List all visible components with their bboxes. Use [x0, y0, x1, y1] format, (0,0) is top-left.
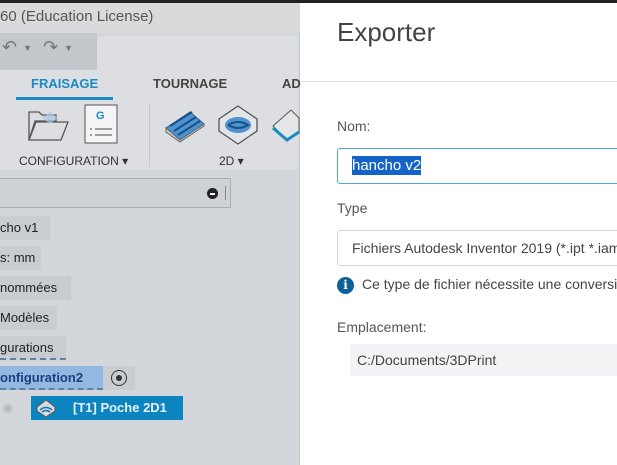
- location-label: Emplacement:: [337, 319, 427, 335]
- export-dialog: Exporter Nom: hancho v2 Type Fichiers Au…: [301, 3, 617, 465]
- tab-additive[interactable]: AD: [282, 76, 301, 91]
- tree-node-setups[interactable]: gurations: [0, 336, 66, 360]
- face-icon[interactable]: [271, 106, 300, 146]
- group-2d[interactable]: 2D ▾: [219, 154, 244, 168]
- setup-sheet-icon[interactable]: G: [84, 104, 120, 146]
- redo-icon[interactable]: ↷: [43, 37, 58, 57]
- pocket-operation-icon: [36, 399, 56, 417]
- tree-node-models[interactable]: Modèles: [0, 306, 57, 330]
- window-title: 60 (Education License): [0, 3, 300, 33]
- resize-handle[interactable]: [225, 186, 227, 200]
- dialog-title: Exporter: [337, 17, 436, 47]
- divider: [301, 81, 617, 82]
- divider: [149, 104, 150, 166]
- tree-node-named-views[interactable]: nommées: [0, 276, 71, 300]
- clear-icon[interactable]: [207, 188, 218, 199]
- tree-node-units[interactable]: s: mm: [0, 246, 41, 270]
- info-message: i Ce type de fichier nécessite une conver…: [337, 276, 617, 294]
- name-value: hancho v2: [352, 156, 422, 175]
- name-input[interactable]: hancho v2: [337, 148, 617, 184]
- folder-open-icon[interactable]: [27, 108, 69, 143]
- type-select[interactable]: Fichiers Autodesk Inventor 2019 (*.ipt *…: [337, 230, 617, 266]
- chevron-down-icon[interactable]: ▼: [23, 43, 32, 53]
- info-text: Ce type de fichier nécessite une convers…: [362, 276, 617, 292]
- chevron-down-icon[interactable]: ▼: [64, 43, 73, 53]
- name-label: Nom:: [337, 118, 371, 134]
- svg-text:G: G: [96, 110, 105, 122]
- 2d-pocket-icon[interactable]: [216, 104, 260, 146]
- activate-radio-icon[interactable]: [103, 366, 135, 390]
- group-configuration[interactable]: CONFIGURATION ▾: [19, 154, 128, 168]
- type-label: Type: [337, 200, 368, 216]
- ribbon-top: [97, 36, 298, 70]
- tab-tournage[interactable]: TOURNAGE: [153, 76, 227, 91]
- location-field[interactable]: C:/Documents/3DPrint: [350, 344, 617, 376]
- info-icon: i: [337, 277, 354, 294]
- quick-access-toolbar: ↶ ▼ ↷ ▼: [0, 33, 97, 70]
- browser-search[interactable]: [0, 178, 231, 208]
- tree-node-setup2[interactable]: onfiguration2: [0, 366, 103, 390]
- left-panel: 60 (Education License) ↶ ▼ ↷ ▼ FRAISAGE TO…: [0, 0, 301, 465]
- tab-fraisage[interactable]: FRAISAGE: [31, 76, 98, 91]
- undo-icon[interactable]: ↶: [2, 37, 17, 57]
- operation-pocket-2d[interactable]: [T1] Poche 2D1: [31, 396, 183, 420]
- operation-label: [T1] Poche 2D1: [73, 400, 167, 415]
- tree-node-document[interactable]: cho v1: [0, 216, 50, 240]
- active-tab-indicator: [16, 97, 113, 100]
- 2d-adaptive-icon[interactable]: [162, 104, 206, 146]
- visibility-off-icon[interactable]: ◉: [2, 400, 13, 416]
